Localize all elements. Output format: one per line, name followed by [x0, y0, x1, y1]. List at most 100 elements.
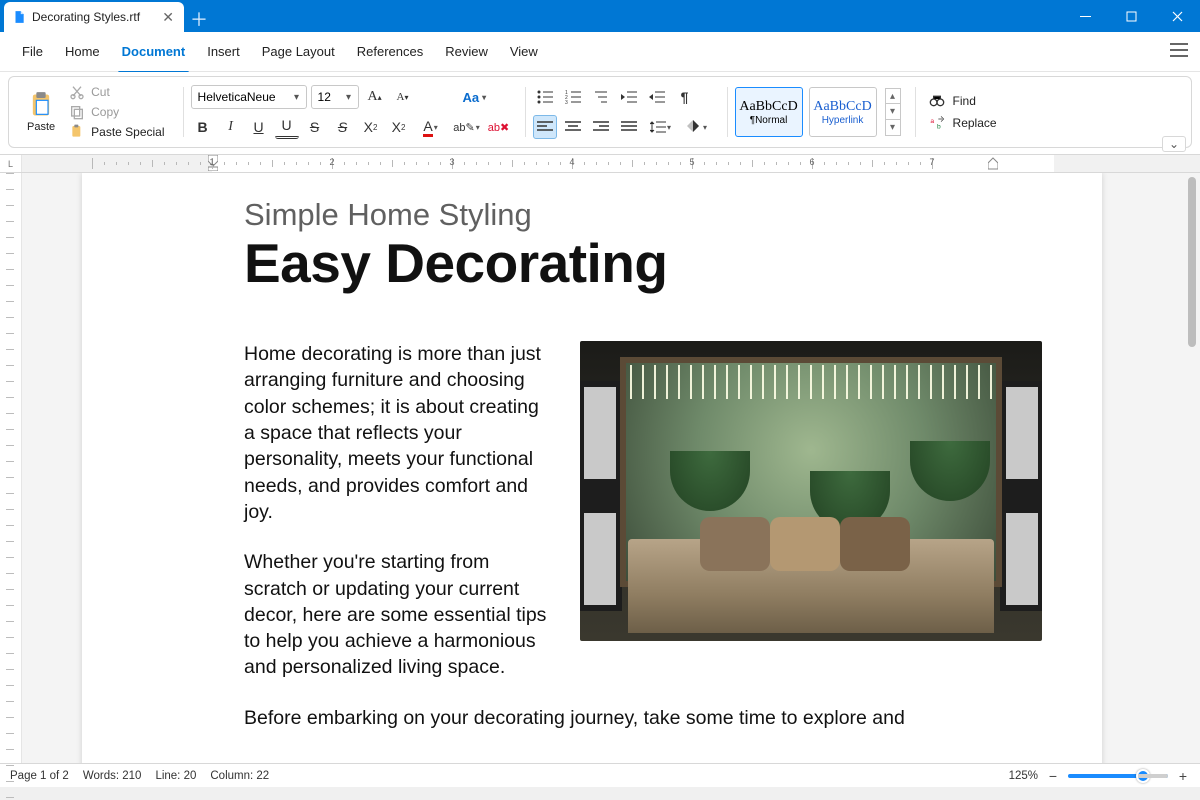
bullet-list-button[interactable] — [533, 85, 557, 109]
cut-label: Cut — [91, 85, 110, 99]
number-list-button[interactable]: 123 — [561, 85, 585, 109]
font-name-input[interactable] — [192, 90, 288, 104]
svg-text:3: 3 — [565, 100, 568, 104]
replace-label: Replace — [953, 116, 997, 130]
menu-document[interactable]: Document — [112, 38, 196, 65]
close-tab-icon[interactable]: ✕ — [162, 10, 174, 24]
cut-button[interactable]: Cut — [65, 83, 168, 101]
styles-scroll: ▴ ▾ ▾ — [885, 88, 901, 136]
style-label: Hyperlink — [822, 115, 864, 126]
doc-subtitle[interactable]: Simple Home Styling — [244, 197, 1074, 233]
multilevel-list-button[interactable] — [589, 85, 613, 109]
paste-special-button[interactable]: Paste Special — [65, 123, 168, 141]
show-marks-button[interactable]: ¶ — [673, 85, 697, 109]
subscript-button[interactable]: X2 — [387, 115, 411, 139]
paste-special-label: Paste Special — [91, 125, 164, 139]
group-editing: Find ab Replace — [915, 81, 1011, 143]
menu-page-layout[interactable]: Page Layout — [252, 38, 345, 65]
font-name-combo[interactable]: ▾ — [191, 85, 307, 109]
menu-home[interactable]: Home — [55, 38, 110, 65]
copy-label: Copy — [91, 105, 119, 119]
svg-text:b: b — [937, 123, 941, 130]
increase-indent-button[interactable] — [645, 85, 669, 109]
style-sample: AaBbCcD — [739, 99, 797, 115]
double-underline-button[interactable]: U — [275, 115, 299, 139]
menu-file[interactable]: File — [12, 38, 53, 65]
zoom-thumb[interactable] — [1136, 769, 1150, 783]
title-bar: Decorating Styles.rtf ✕ ＋ — [0, 0, 1200, 32]
doc-title[interactable]: Easy Decorating — [244, 231, 1074, 295]
status-words[interactable]: Words: 210 — [83, 770, 142, 782]
clear-formatting-button[interactable]: ab✖ — [487, 115, 511, 139]
font-size-input[interactable] — [312, 90, 340, 104]
shading-button[interactable]: ▾ — [681, 115, 713, 139]
indent-marker-right[interactable] — [988, 155, 998, 171]
copy-button[interactable]: Copy — [65, 103, 168, 121]
status-page[interactable]: Page 1 of 2 — [10, 770, 69, 782]
doc-paragraph[interactable]: Before embarking on your decorating jour… — [244, 705, 1024, 731]
superscript-button[interactable]: X2 — [359, 115, 383, 139]
doc-paragraph[interactable]: Whether you're starting from scratch or … — [244, 549, 554, 681]
new-tab-button[interactable]: ＋ — [184, 6, 214, 32]
horizontal-ruler[interactable]: 1234567 — [22, 155, 1200, 172]
status-column[interactable]: Column: 22 — [210, 770, 269, 782]
doc-body-column[interactable]: Home decorating is more than just arrang… — [244, 341, 554, 681]
zoom-slider[interactable] — [1068, 774, 1168, 778]
zoom-in-button[interactable]: + — [1176, 769, 1190, 783]
paste-button[interactable]: Paste — [23, 89, 59, 135]
menu-review[interactable]: Review — [435, 38, 498, 65]
maximize-button[interactable] — [1108, 0, 1154, 32]
italic-button[interactable]: I — [219, 115, 243, 139]
decrease-indent-button[interactable] — [617, 85, 641, 109]
font-size-combo[interactable]: ▾ — [311, 85, 359, 109]
overflow-menu-icon[interactable] — [1170, 43, 1188, 60]
style-normal[interactable]: AaBbCcD ¶Normal — [735, 87, 803, 137]
collapse-ribbon-button[interactable]: ⌄ — [1162, 136, 1186, 152]
doc-image[interactable] — [580, 341, 1042, 641]
double-strikethrough-button[interactable]: S — [331, 115, 355, 139]
cut-icon — [69, 84, 85, 100]
align-left-button[interactable] — [533, 115, 557, 139]
zoom-out-button[interactable]: − — [1046, 769, 1060, 783]
replace-button[interactable]: ab Replace — [923, 115, 1003, 131]
justify-button[interactable] — [617, 115, 641, 139]
align-center-button[interactable] — [561, 115, 585, 139]
highlight-button[interactable]: ab✎▾ — [451, 115, 483, 139]
page[interactable]: Simple Home Styling Easy Decorating Home… — [82, 173, 1102, 763]
zoom-value[interactable]: 125% — [1009, 770, 1038, 782]
line-spacing-button[interactable]: ▾ — [645, 115, 677, 139]
close-window-button[interactable] — [1154, 0, 1200, 32]
doc-paragraph[interactable]: Home decorating is more than just arrang… — [244, 341, 554, 525]
status-line[interactable]: Line: 20 — [155, 770, 196, 782]
paste-icon — [27, 91, 55, 119]
menu-insert[interactable]: Insert — [197, 38, 250, 65]
styles-up-icon[interactable]: ▴ — [885, 88, 901, 104]
scrollbar-thumb[interactable] — [1188, 177, 1196, 347]
find-button[interactable]: Find — [923, 93, 1003, 109]
menu-references[interactable]: References — [347, 38, 433, 65]
style-sample: AaBbCcD — [813, 99, 871, 115]
styles-down-icon[interactable]: ▾ — [885, 104, 901, 120]
bold-button[interactable]: B — [191, 115, 215, 139]
ruler-area: L 1234567 — [0, 155, 1200, 173]
chevron-down-icon[interactable]: ▾ — [288, 92, 306, 103]
font-color-button[interactable]: A▾ — [415, 115, 447, 139]
ribbon: Paste Cut Copy Paste Special ▾ — [0, 72, 1200, 155]
minimize-button[interactable] — [1062, 0, 1108, 32]
editor-area: Simple Home Styling Easy Decorating Home… — [0, 173, 1200, 763]
shrink-font-button[interactable]: A▾ — [391, 85, 415, 109]
align-right-button[interactable] — [589, 115, 613, 139]
svg-text:a: a — [930, 118, 934, 125]
change-case-button[interactable]: Aa▾ — [463, 90, 487, 105]
vertical-ruler[interactable] — [0, 173, 22, 763]
vertical-scrollbar[interactable] — [1186, 173, 1198, 763]
document-tab[interactable]: Decorating Styles.rtf ✕ — [4, 2, 184, 32]
chevron-down-icon[interactable]: ▾ — [340, 92, 358, 103]
menu-view[interactable]: View — [500, 38, 548, 65]
strikethrough-button[interactable]: S — [303, 115, 327, 139]
styles-more-icon[interactable]: ▾ — [885, 120, 901, 136]
grow-font-button[interactable]: A▴ — [363, 85, 387, 109]
underline-button[interactable]: U — [247, 115, 271, 139]
document-viewport[interactable]: Simple Home Styling Easy Decorating Home… — [22, 173, 1200, 763]
style-hyperlink[interactable]: AaBbCcD Hyperlink — [809, 87, 877, 137]
